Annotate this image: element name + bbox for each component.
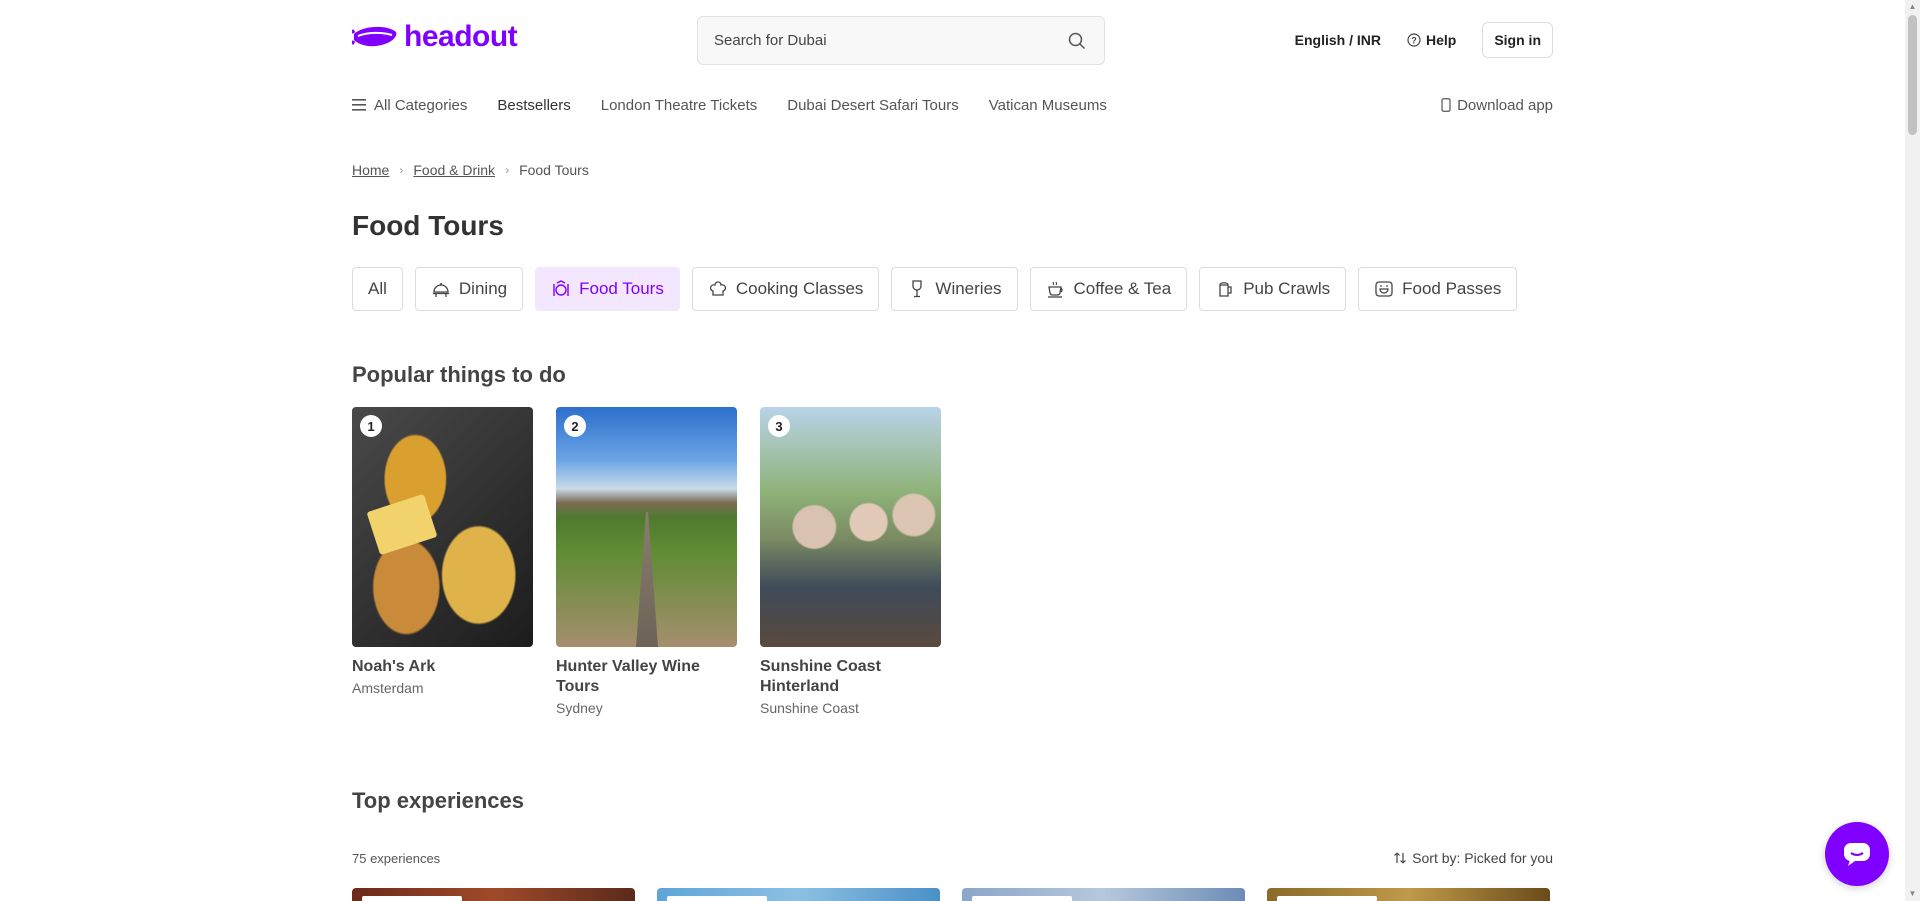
popular-cards: 1 Noah's Ark Amsterdam 2 Hunter Valley W… — [352, 407, 1553, 716]
popular-card[interactable]: 1 Noah's Ark Amsterdam — [352, 407, 533, 716]
chevron-right-icon: › — [505, 163, 510, 177]
chip-label: Coffee & Tea — [1073, 279, 1172, 298]
experience-cards — [352, 888, 1553, 901]
chef-hat-icon — [709, 281, 726, 296]
header-actions: English / INR ? Help Sign in — [1295, 22, 1553, 58]
card-title[interactable]: Noah's Ark — [352, 657, 533, 677]
scroll-up-arrow-icon[interactable]: ▲ — [1908, 3, 1917, 11]
headout-logo[interactable]: headout — [352, 20, 518, 54]
food-tours-icon — [553, 280, 569, 296]
rank-badge: 3 — [768, 415, 790, 437]
chip-label: All — [368, 279, 387, 298]
search-icon[interactable] — [1066, 30, 1088, 52]
search-input[interactable] — [714, 32, 1066, 49]
coffee-cup-icon — [1047, 281, 1063, 298]
chip-coffee-tea[interactable]: Coffee & Tea — [1029, 267, 1188, 311]
chip-wineries[interactable]: Wineries — [891, 267, 1018, 311]
nav-item-dubai-safari[interactable]: Dubai Desert Safari Tours — [787, 97, 958, 114]
help-icon: ? — [1407, 33, 1421, 47]
chip-all[interactable]: All — [352, 267, 403, 311]
card-title[interactable]: Hunter Valley Wine Tours — [556, 657, 737, 697]
page-scrollbar[interactable]: ▲ ▼ — [1905, 0, 1920, 901]
card-location: Amsterdam — [352, 680, 424, 696]
nav-item-vatican-museums[interactable]: Vatican Museums — [989, 97, 1107, 114]
popular-section-title: Popular things to do — [352, 362, 566, 387]
headout-blimp-icon — [352, 26, 397, 47]
rank-badge: 1 — [360, 415, 382, 437]
card-image[interactable]: 1 — [352, 407, 533, 647]
experience-card[interactable] — [657, 888, 940, 901]
card-location: Sydney — [556, 700, 603, 716]
nav-item-london-theatre[interactable]: London Theatre Tickets — [601, 97, 758, 114]
help-label: Help — [1425, 32, 1457, 48]
hamburger-icon — [352, 99, 366, 111]
card-title[interactable]: Sunshine Coast Hinterland — [760, 657, 941, 697]
popular-card[interactable]: 3 Sunshine Coast Hinterland Sunshine Coa… — [760, 407, 941, 716]
sort-icon — [1394, 852, 1407, 864]
dining-icon — [432, 283, 449, 297]
download-app-link[interactable]: Download app — [1441, 97, 1553, 114]
language-currency-selector[interactable]: English / INR — [1295, 32, 1381, 48]
chip-label: Cooking Classes — [735, 279, 864, 298]
help-link[interactable]: ? Help — [1407, 32, 1456, 48]
card-image[interactable]: 2 — [556, 407, 737, 647]
download-app-label: Download app — [1457, 96, 1553, 114]
popular-card[interactable]: 2 Hunter Valley Wine Tours Sydney — [556, 407, 737, 716]
chip-food-passes[interactable]: Food Passes — [1358, 267, 1518, 311]
chip-pub-crawls[interactable]: Pub Crawls — [1199, 267, 1347, 311]
chip-label: Pub Crawls — [1243, 279, 1331, 298]
all-categories-label: All Categories — [374, 96, 468, 114]
scroll-thumb[interactable] — [1908, 15, 1917, 135]
experience-card[interactable] — [962, 888, 1245, 901]
chat-support-button[interactable] — [1825, 822, 1889, 886]
experiences-toolbar: 75 experiences Sort by: Picked for you — [352, 850, 1553, 866]
svg-text:?: ? — [1411, 36, 1417, 46]
chevron-right-icon: › — [399, 163, 404, 177]
brand-name: headout — [404, 20, 518, 53]
signin-button[interactable]: Sign in — [1482, 22, 1553, 58]
category-filter-chips: All Dining Food Tours Cooking Classes Wi… — [352, 267, 1553, 311]
experience-card[interactable] — [1267, 888, 1550, 901]
breadcrumb: Home › Food & Drink › Food Tours — [352, 162, 1553, 178]
page-title: Food Tours — [352, 210, 504, 241]
sort-label: Sort by: Picked for you — [1412, 850, 1553, 866]
top-experiences-title: Top experiences — [352, 788, 524, 813]
nav-item-bestsellers[interactable]: Bestsellers — [497, 97, 570, 114]
chip-label: Wineries — [935, 279, 1002, 298]
breadcrumb-current: Food Tours — [519, 162, 589, 178]
chip-label: Dining — [458, 279, 508, 298]
sort-dropdown[interactable]: Sort by: Picked for you — [1393, 850, 1553, 866]
category-nav: All Categories Bestsellers London Theatr… — [352, 90, 1553, 120]
breadcrumb-food-drink[interactable]: Food & Drink — [413, 162, 495, 178]
chip-cooking-classes[interactable]: Cooking Classes — [691, 267, 880, 311]
search-bar[interactable] — [697, 16, 1105, 65]
wine-glass-icon — [912, 280, 923, 298]
all-categories-menu[interactable]: All Categories — [352, 97, 467, 114]
card-location: Sunshine Coast — [760, 700, 859, 716]
chip-dining[interactable]: Dining — [414, 267, 524, 311]
beer-mug-icon — [1219, 282, 1232, 297]
scroll-down-arrow-icon[interactable]: ▼ — [1908, 890, 1917, 898]
food-pass-icon — [1375, 281, 1393, 297]
phone-icon — [1441, 98, 1451, 112]
chip-label: Food Tours — [579, 279, 664, 298]
chip-label: Food Passes — [1402, 279, 1502, 298]
breadcrumb-home[interactable]: Home — [352, 162, 389, 178]
card-image[interactable]: 3 — [760, 407, 941, 647]
experience-card[interactable] — [352, 888, 635, 901]
chat-icon — [1844, 843, 1870, 866]
rank-badge: 2 — [564, 415, 586, 437]
header: headout English / INR ? Help Sign in — [352, 0, 1553, 80]
chip-food-tours[interactable]: Food Tours — [535, 267, 680, 311]
experience-count: 75 experiences — [352, 850, 441, 866]
